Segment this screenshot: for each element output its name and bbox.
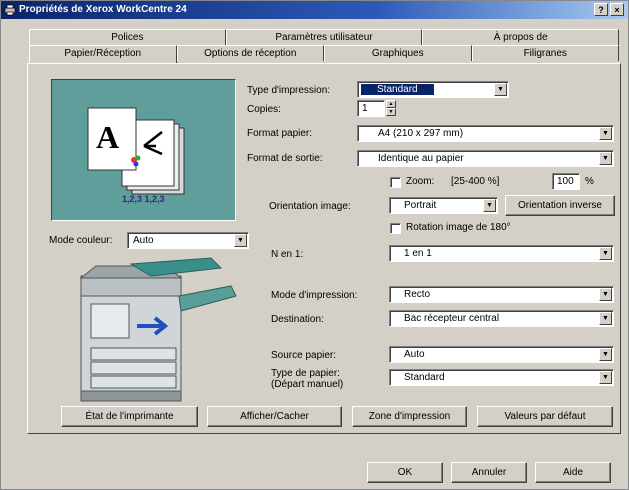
copies-spinner[interactable]: ▲ ▼	[386, 100, 396, 117]
chevron-down-icon[interactable]: ▼	[599, 348, 612, 361]
tab-row-back: Polices Paramètres utilisateur À propos …	[29, 29, 620, 45]
print-mode-select[interactable]: Recto ▼	[389, 286, 614, 303]
chevron-down-icon[interactable]: ▼	[599, 127, 612, 140]
properties-dialog: Propriétés de Xerox WorkCentre 24 ? × Po…	[0, 0, 629, 490]
paper-type-select[interactable]: Standard ▼	[389, 369, 614, 386]
chevron-down-icon[interactable]: ▼	[234, 234, 247, 247]
copies-field[interactable]: 1	[357, 100, 385, 117]
chevron-down-icon[interactable]: ▼	[599, 371, 612, 384]
tab-paper-output[interactable]: Papier/Réception	[29, 45, 177, 63]
printer-icon	[4, 4, 16, 16]
zoom-field[interactable]: 100	[552, 173, 580, 190]
destination-label: Destination:	[271, 314, 324, 325]
printer-illustration	[79, 257, 237, 402]
print-mode-label: Mode d'impression:	[271, 290, 358, 301]
output-size-label: Format de sortie:	[247, 153, 323, 164]
zoom-unit: %	[585, 176, 594, 187]
tab-user-settings[interactable]: Paramètres utilisateur	[225, 29, 423, 45]
rotate-180-label: Rotation image de 180°	[406, 222, 511, 233]
help-button[interactable]: ?	[594, 3, 608, 16]
chevron-down-icon[interactable]: ▼	[494, 83, 507, 96]
output-size-select[interactable]: Identique au papier ▼	[357, 150, 614, 167]
destination-select[interactable]: Bac récepteur central ▼	[389, 310, 614, 327]
n-up-select[interactable]: 1 en 1 ▼	[389, 245, 614, 262]
zoom-range: [25-400 %]	[451, 176, 500, 187]
print-type-label: Type d'impression:	[247, 85, 331, 96]
paper-size-label: Format papier:	[247, 128, 313, 139]
spin-up-icon[interactable]: ▲	[386, 100, 396, 108]
default-values-button[interactable]: Valeurs par défaut	[477, 406, 613, 427]
color-mode-label: Mode couleur:	[49, 235, 113, 246]
print-area-button[interactable]: Zone d'impression	[352, 406, 467, 427]
title-bar: Propriétés de Xerox WorkCentre 24 ? ×	[1, 1, 628, 19]
tab-row-front: Papier/Réception Options de réception Gr…	[29, 45, 619, 63]
paper-type-label: Type de papier:	[271, 368, 340, 379]
svg-text:1,2,3 1,2,3: 1,2,3 1,2,3	[122, 194, 165, 204]
orientation-label: Orientation image:	[269, 201, 351, 212]
zoom-label: Zoom:	[406, 176, 435, 187]
reverse-orientation-button[interactable]: Orientation inverse	[505, 195, 615, 216]
chevron-down-icon[interactable]: ▼	[483, 199, 496, 212]
chevron-down-icon[interactable]: ▼	[599, 247, 612, 260]
zoom-checkbox[interactable]	[390, 177, 401, 188]
page-preview: A 1,2,3 1,2,3	[51, 79, 236, 221]
tab-output-options[interactable]: Options de réception	[176, 45, 324, 61]
paper-source-label: Source papier:	[271, 350, 337, 361]
chevron-down-icon[interactable]: ▼	[599, 312, 612, 325]
print-type-select[interactable]: Standard ▼	[357, 81, 509, 98]
close-button[interactable]: ×	[610, 3, 624, 16]
svg-text:A: A	[96, 119, 119, 155]
preview-pages-icon: A 1,2,3 1,2,3	[87, 107, 185, 204]
rotate-180-checkbox[interactable]	[390, 223, 401, 234]
paper-type-sublabel: (Départ manuel)	[271, 379, 344, 390]
paper-size-select[interactable]: A4 (210 x 297 mm) ▼	[357, 125, 614, 142]
copies-label: Copies:	[247, 104, 281, 115]
tab-graphics[interactable]: Graphiques	[324, 45, 472, 61]
help-dialog-button[interactable]: Aide	[535, 462, 611, 483]
chevron-down-icon[interactable]: ▼	[599, 152, 612, 165]
orientation-select[interactable]: Portrait ▼	[389, 197, 498, 214]
ok-button[interactable]: OK	[367, 462, 443, 483]
cancel-button[interactable]: Annuler	[451, 462, 527, 483]
spin-down-icon[interactable]: ▼	[386, 108, 396, 116]
chevron-down-icon[interactable]: ▼	[599, 288, 612, 301]
window-title: Propriétés de Xerox WorkCentre 24	[19, 4, 187, 15]
tab-watermarks[interactable]: Filigranes	[471, 45, 619, 61]
n-up-label: N en 1:	[271, 249, 304, 260]
printer-status-button[interactable]: État de l'imprimante	[61, 406, 198, 427]
tab-polices[interactable]: Polices	[29, 29, 226, 45]
show-hide-button[interactable]: Afficher/Cacher	[207, 406, 342, 427]
tab-about[interactable]: À propos de	[422, 29, 620, 45]
color-mode-select[interactable]: Auto ▼	[127, 232, 249, 249]
paper-source-select[interactable]: Auto ▼	[389, 346, 614, 363]
